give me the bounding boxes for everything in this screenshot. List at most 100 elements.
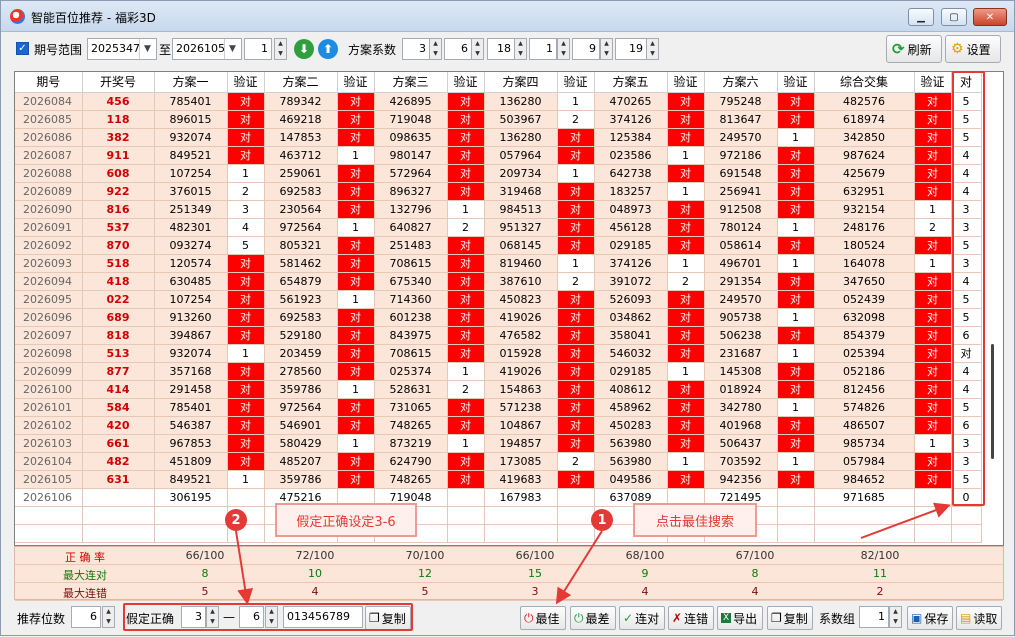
accuracy-value: 66/100	[185, 549, 225, 562]
verify-cell: 对	[557, 182, 595, 201]
scheme-cell: 482301	[154, 218, 228, 237]
table-row[interactable]: 2026097 818 394867 对 529180 对 843975 对 476582 对 35…	[15, 326, 982, 345]
table-row[interactable]: 2026098 513 932074 1 203459 对 708615 对 015928 对 54…	[15, 344, 982, 363]
scrollbar-thumb[interactable]	[991, 344, 994, 459]
table-row[interactable]: 2026093 518 120574 对 581462 对 708615 对 819460 1 37…	[15, 254, 982, 273]
scheme-cell: 374126	[594, 110, 668, 129]
table-row[interactable]: 2026094 418 630485 对 654879 对 675340 对 387610 2 39…	[15, 272, 982, 291]
scheme-cell: 249570	[704, 128, 778, 147]
table-row[interactable]: 2026090 816 251349 3 230564 对 132796 1 984513 对 04…	[15, 200, 982, 219]
down-arrow-icon[interactable]: ⬇	[294, 39, 314, 59]
refresh-button[interactable]: ⟳ 刷新	[886, 35, 942, 63]
coeff-input-1[interactable]: 3	[402, 38, 430, 60]
pending-row[interactable]: 2026106 306195 475216 719048 167983 637089 721…	[15, 488, 982, 507]
scheme-cell: 932074	[154, 128, 228, 147]
verify-cell: 1	[447, 362, 485, 381]
column-header[interactable]: 方案六	[704, 72, 778, 93]
column-header[interactable]: 验证	[914, 72, 952, 93]
table-row[interactable]: 2026099 877 357168 对 278560 对 025374 1 419026 对 02…	[15, 362, 982, 381]
step-input[interactable]: 1	[244, 38, 272, 60]
column-header[interactable]: 方案五	[594, 72, 668, 93]
table-row[interactable]: 2026085 118 896015 对 469218 对 719048 对 503967 2 37…	[15, 110, 982, 129]
table-row[interactable]: 2026095 022 107254 对 561923 1 714360 对 450823 对 52…	[15, 290, 982, 309]
step-spinner[interactable]: ▲ ▼	[274, 38, 287, 60]
maximize-button[interactable]: ▢	[941, 8, 967, 26]
refresh-label: 刷新	[907, 42, 932, 57]
minimize-button[interactable]: ▁	[908, 8, 934, 26]
coef-group-input[interactable]: 1	[859, 606, 889, 628]
table-row[interactable]: 2026092 870 093274 5 805321 对 251483 对 068145 对 02…	[15, 236, 982, 255]
coeff-input-5[interactable]: 9	[572, 38, 600, 60]
table-row[interactable]: 2026100 414 291458 对 359786 1 528631 2 154863 对 40…	[15, 380, 982, 399]
table-row[interactable]: 2026084 456 785401 对 789342 对 426895 对 136280 1 47…	[15, 92, 982, 111]
read-button[interactable]: ▤ 读取	[956, 606, 1002, 630]
best-button[interactable]: ⏻ 最佳	[520, 606, 566, 630]
column-header[interactable]: 方案二	[264, 72, 338, 93]
export-button[interactable]: X 导出	[717, 606, 763, 630]
table-row[interactable]: 2026103 661 967853 对 580429 1 873219 1 194857 对 56…	[15, 434, 982, 453]
column-header[interactable]: 方案四	[484, 72, 558, 93]
period-cell: 2026086	[15, 128, 83, 147]
table-row[interactable]: 2026089 922 376015 2 692583 对 896327 对 319468 对 18…	[15, 182, 982, 201]
column-header[interactable]: 验证	[227, 72, 265, 93]
settings-button[interactable]: ⚙ 设置	[945, 35, 1001, 63]
vertical-scrollbar[interactable]	[987, 72, 1003, 545]
coeff-spinner[interactable]: ▲ ▼	[514, 38, 527, 60]
save-button[interactable]: ▣ 保存	[907, 606, 953, 630]
copy-table-button[interactable]: ❐ 复制	[767, 606, 813, 630]
table-row[interactable]: 2026088 608 107254 1 259061 对 572964 对 209734 1 64…	[15, 164, 982, 183]
hit-streak-button[interactable]: ✓ 连对	[619, 606, 665, 630]
table-row[interactable]: 2026101 584 785401 对 972564 对 731065 对 571238 对 45…	[15, 398, 982, 417]
chevron-down-icon[interactable]: ▼	[139, 39, 155, 59]
column-header[interactable]: 开奖号	[82, 72, 155, 93]
column-header[interactable]: 期号	[15, 72, 83, 93]
coeff-spinner[interactable]: ▲ ▼	[471, 38, 484, 60]
column-header[interactable]: 方案一	[154, 72, 228, 93]
scheme-cell: 580429	[264, 434, 338, 453]
worst-button[interactable]: ⏻ 最差	[570, 606, 616, 630]
scheme-cell: 058614	[704, 236, 778, 255]
table-row[interactable]: 2026102 420 546387 对 546901 对 748265 对 104867 对 45…	[15, 416, 982, 435]
coeff-spinner[interactable]: ▲ ▼	[557, 38, 570, 60]
digits-input[interactable]: 6	[71, 606, 101, 628]
empty-cell	[914, 524, 952, 543]
coeff-spinner[interactable]: ▲ ▼	[600, 38, 613, 60]
close-button[interactable]: ✕	[973, 8, 1007, 26]
range-checkbox[interactable]: ✓	[16, 42, 29, 55]
draw-cell: 513	[82, 344, 155, 363]
verify-cell: 1	[667, 254, 705, 273]
coef-group-spinner[interactable]: ▲ ▼	[889, 606, 902, 628]
table-row[interactable]: 2026086 382 932074 对 147853 对 098635 对 136280 对 12…	[15, 128, 982, 147]
coeff-spinner[interactable]: ▲ ▼	[429, 38, 442, 60]
digits-spinner[interactable]: ▲ ▼	[102, 606, 115, 628]
coeff-input-4[interactable]: 1	[529, 38, 557, 60]
column-header[interactable]: 验证	[447, 72, 485, 93]
verify-cell: 对	[227, 128, 265, 147]
table-row[interactable]: 2026096 689 913260 对 692583 对 601238 对 419026 对 03…	[15, 308, 982, 327]
coeff-spinner[interactable]: ▲ ▼	[646, 38, 659, 60]
column-header[interactable]: 方案三	[374, 72, 448, 93]
verify-cell: 对	[667, 398, 705, 417]
table-row[interactable]: 2026104 482 451809 对 485207 对 624790 对 173085 2 56…	[15, 452, 982, 471]
verify-cell: 1	[777, 218, 815, 237]
scheme-cell: 563980	[594, 452, 668, 471]
column-header[interactable]: 验证	[777, 72, 815, 93]
verify-cell: 1	[557, 164, 595, 183]
column-header[interactable]: 验证	[667, 72, 705, 93]
coeff-input-2[interactable]: 6	[444, 38, 472, 60]
verify-cell: 对	[667, 290, 705, 309]
table-row[interactable]: 2026091 537 482301 4 972564 1 640827 2 951327 对 45…	[15, 218, 982, 237]
verify-cell: 对	[447, 146, 485, 165]
table-row[interactable]: 2026087 911 849521 对 463712 1 980147 对 057964 对 02…	[15, 146, 982, 165]
period-cell: 2026101	[15, 398, 83, 417]
chevron-down-icon[interactable]: ▼	[224, 39, 240, 59]
coeff-input-3[interactable]: 18	[487, 38, 515, 60]
column-header[interactable]: 验证	[337, 72, 375, 93]
table-row[interactable]: 2026105 631 849521 1 359786 对 748265 对 419683 对 04…	[15, 470, 982, 489]
column-header[interactable]: 综合交集	[814, 72, 915, 93]
up-arrow-icon[interactable]: ⬆	[318, 39, 338, 59]
column-header[interactable]: 验证	[557, 72, 595, 93]
coeff-input-6[interactable]: 19	[615, 38, 647, 60]
miss-streak-button[interactable]: ✗ 连错	[668, 606, 714, 630]
verify-cell: 1	[777, 398, 815, 417]
